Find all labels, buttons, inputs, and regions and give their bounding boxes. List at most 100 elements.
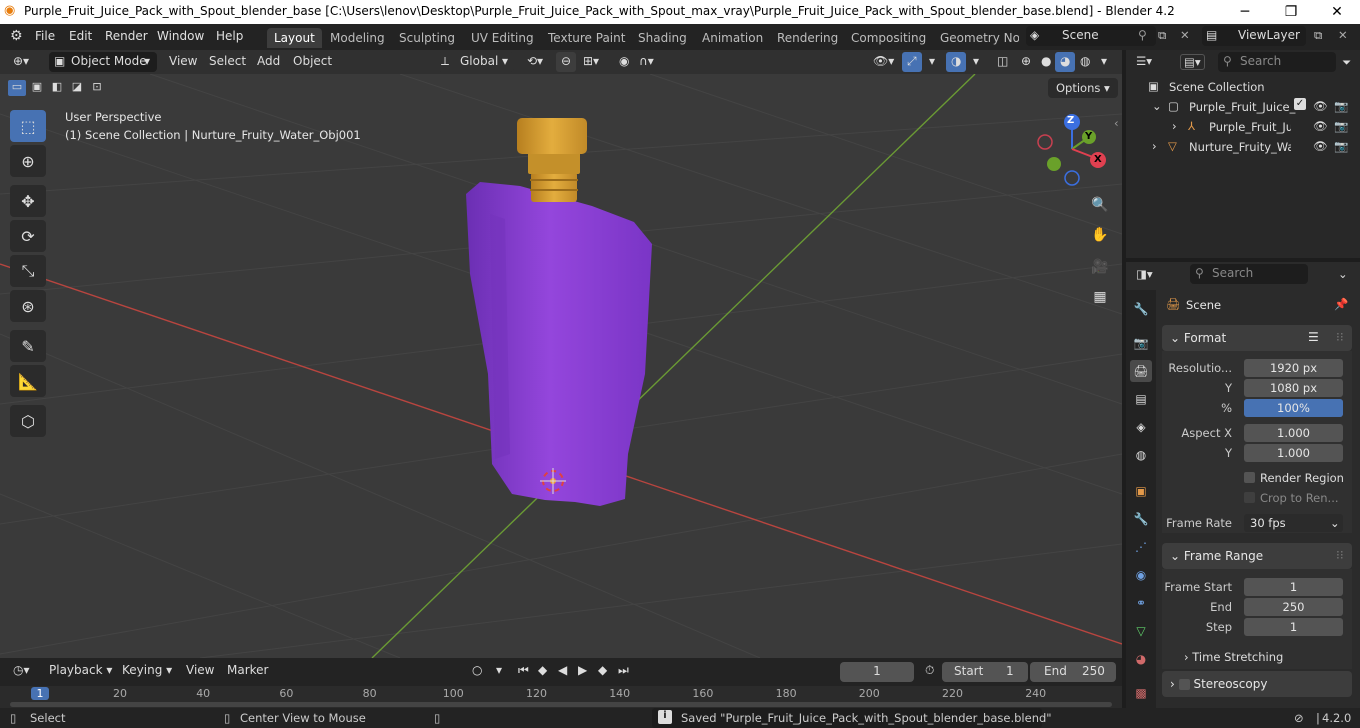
eye-icon[interactable]: 👁 (1313, 99, 1328, 113)
rotate-tool[interactable]: ⟳ (10, 220, 46, 252)
outliner-row-juice-armature[interactable]: › ⅄ Purple_Fruit_Ju 👁 📷 (1126, 117, 1360, 137)
display-mode-icon[interactable]: ▤▾ (1180, 54, 1205, 70)
menu-keying[interactable]: Keying ▾ (117, 661, 177, 681)
tab-compositing[interactable]: Compositing (844, 28, 933, 48)
pin-icon[interactable]: ⚲ (1138, 28, 1147, 42)
frame-rate-dropdown[interactable]: 30 fps ⌄ (1244, 514, 1343, 532)
stereoscopy-panel-header[interactable]: › Stereoscopy (1162, 671, 1352, 697)
pan-button[interactable]: ✋ (1087, 222, 1113, 248)
blender-menu-icon[interactable]: ⚙ (10, 28, 23, 44)
cursor-tool[interactable]: ⊕ (10, 145, 46, 177)
outliner-row-nurture-object[interactable]: › ▽ Nurture_Fruity_Wat 👁 📷 (1126, 137, 1360, 157)
tab-object[interactable]: ▣ (1130, 480, 1152, 502)
chevron-down-icon[interactable]: ⌄ (1152, 99, 1162, 113)
tab-rendering[interactable]: Rendering (770, 28, 845, 48)
mode-selector[interactable]: ▣ Object Mode ▾ (49, 52, 157, 72)
frame-end-field[interactable]: 250 (1244, 598, 1343, 616)
move-tool[interactable]: ✥ (10, 185, 46, 217)
tab-output[interactable]: 🖨 (1130, 360, 1152, 382)
play-icon[interactable]: ▶ (573, 661, 592, 681)
maximize-button[interactable]: ❐ (1268, 0, 1314, 24)
play-reverse-icon[interactable]: ◀ (553, 661, 572, 681)
outliner-editor-icon[interactable]: ☰▾ (1136, 54, 1152, 68)
snap-target-icon[interactable]: ⊞▾ (578, 52, 604, 72)
solid-shading-icon[interactable]: ● (1036, 52, 1056, 72)
snap-icon[interactable]: ⊖ (556, 52, 577, 72)
tab-constraints[interactable]: ⚭ (1130, 592, 1152, 614)
stereoscopy-checkbox[interactable] (1178, 679, 1190, 690)
menu-view[interactable]: View (164, 52, 202, 72)
aspect-y-field[interactable]: 1.000 (1244, 444, 1343, 462)
chevron-right-icon[interactable]: › (1152, 139, 1157, 153)
tab-render[interactable]: 📷 (1130, 332, 1152, 354)
chevron-down-icon[interactable]: ▾ (491, 661, 507, 681)
tab-world[interactable]: ◍ (1130, 444, 1152, 466)
aspect-x-field[interactable]: 1.000 (1244, 424, 1343, 442)
tab-shading[interactable]: Shading (631, 28, 694, 48)
3d-viewport[interactable]: Z Y X ▭ ▣ ◧ ◪ ⊡ User Perspective (1) Sce… (0, 74, 1122, 658)
scene-selector[interactable]: ◈ Scene ⚲ (1026, 26, 1156, 46)
new-scene-icon[interactable]: ⧉ (1158, 28, 1166, 43)
tab-scene[interactable]: ◈ (1130, 416, 1152, 438)
resolution-percent-slider[interactable]: 100% (1244, 399, 1343, 417)
tab-uv-editing[interactable]: UV Editing (464, 28, 541, 48)
outliner-row-scene-collection[interactable]: ▣ Scene Collection (1126, 77, 1360, 97)
properties-editor-icon[interactable]: ◨▾ (1136, 267, 1153, 281)
timeline-start-field[interactable]: Start 1 (942, 662, 1028, 682)
current-frame-field[interactable]: 1 (840, 662, 914, 682)
wireframe-shading-icon[interactable]: ⊕ (1016, 52, 1036, 72)
frame-step-field[interactable]: 1 (1244, 618, 1343, 636)
select-invert-icon[interactable]: ◪ (68, 80, 86, 96)
sidebar-toggle-icon[interactable]: ‹ (1114, 116, 1119, 130)
timeline-editor-icon[interactable]: ◷▾ (8, 661, 35, 681)
delete-viewlayer-icon[interactable]: ✕ (1338, 28, 1348, 42)
camera-icon[interactable]: 📷 (1334, 99, 1348, 113)
menu-playback[interactable]: Playback ▾ (44, 661, 117, 681)
options-button[interactable]: Options ▾ (1048, 78, 1118, 98)
perspective-toggle-button[interactable]: ▦ (1087, 284, 1113, 310)
drag-handle-icon[interactable]: ⁝⁝ (1336, 548, 1344, 562)
jump-start-icon[interactable]: ⏮ (513, 661, 534, 681)
xray-icon[interactable]: ◫ (992, 52, 1013, 72)
tab-data[interactable]: ▽ (1130, 620, 1152, 642)
presets-icon[interactable]: ☰ (1308, 330, 1319, 344)
timeline-current-frame-marker[interactable]: 1 (31, 687, 49, 700)
zoom-button[interactable]: 🔍 (1087, 192, 1113, 218)
transform-orientation[interactable]: ⟂ Global ▾ (438, 52, 514, 72)
measure-tool[interactable]: 📐 (10, 365, 46, 397)
pivot-icon[interactable]: ⟲▾ (522, 52, 548, 72)
menu-window[interactable]: Window (157, 29, 204, 43)
menu-marker[interactable]: Marker (222, 661, 273, 681)
overlays-icon[interactable]: ◑ (946, 52, 967, 72)
menu-add[interactable]: Add (252, 52, 285, 72)
stopwatch-icon[interactable]: ⏱ (920, 661, 939, 681)
drag-handle-icon[interactable]: ⁝⁝ (1336, 330, 1344, 344)
menu-object[interactable]: Object (288, 52, 337, 72)
filter-icon[interactable]: ⏷ (1342, 55, 1351, 70)
render-region-checkbox[interactable] (1244, 472, 1255, 483)
minimize-button[interactable]: ─ (1222, 0, 1268, 24)
viewlayer-selector[interactable]: ▤ ViewLayer (1202, 26, 1306, 46)
rendered-shading-icon[interactable]: ◍ (1075, 52, 1095, 72)
tab-modifiers[interactable]: 🔧 (1130, 508, 1152, 530)
menu-help[interactable]: Help (216, 29, 243, 43)
material-shading-icon[interactable]: ◕ (1055, 52, 1076, 72)
pin-icon[interactable]: 📌 (1334, 297, 1348, 311)
menu-select[interactable]: Select (204, 52, 251, 72)
eye-icon[interactable]: 👁 (1313, 119, 1328, 133)
menu-edit[interactable]: Edit (69, 29, 92, 43)
annotate-tool[interactable]: ✎ (10, 330, 46, 362)
chevron-down-icon[interactable]: ▾ (924, 52, 940, 72)
prev-keyframe-icon[interactable]: ◆ (533, 661, 552, 681)
resolution-x-field[interactable]: 1920 px (1244, 359, 1343, 377)
next-keyframe-icon[interactable]: ◆ (593, 661, 612, 681)
timeline-end-field[interactable]: End 250 (1030, 662, 1116, 682)
tab-layout[interactable]: Layout (267, 28, 322, 48)
select-intersect-icon[interactable]: ⊡ (88, 80, 106, 96)
tab-modeling[interactable]: Modeling (323, 28, 392, 48)
chevron-right-icon[interactable]: › (1172, 119, 1177, 133)
tab-animation[interactable]: Animation (695, 28, 770, 48)
chevron-down-icon[interactable]: ▾ (1096, 52, 1112, 72)
menu-render[interactable]: Render (105, 29, 148, 43)
tab-sculpting[interactable]: Sculpting (392, 28, 462, 48)
